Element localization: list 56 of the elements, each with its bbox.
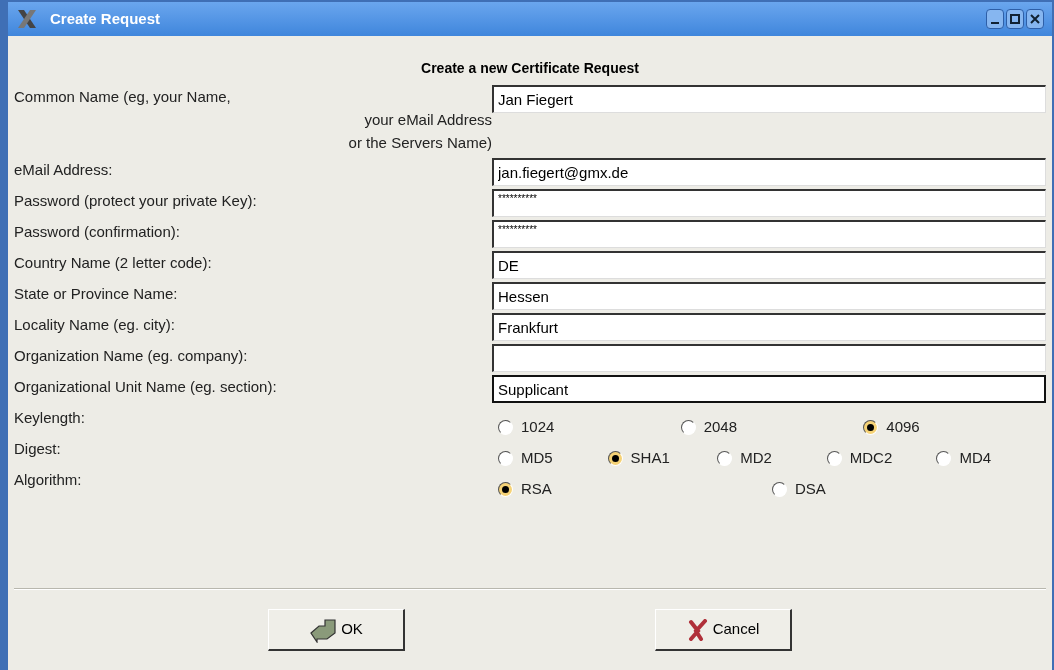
radio-label: 1024 — [521, 417, 555, 437]
radio-button[interactable] — [498, 419, 513, 435]
radio-button[interactable] — [498, 450, 513, 466]
text-field[interactable]: ********** — [492, 220, 1046, 248]
cancel-button[interactable]: Cancel — [655, 609, 792, 651]
close-icon — [1030, 14, 1040, 24]
radio-label: MD5 — [521, 448, 553, 468]
close-button[interactable] — [1026, 9, 1044, 29]
text-field[interactable]: Supplicant — [492, 375, 1046, 403]
radio-label: MDC2 — [849, 448, 893, 468]
field-label: Organizational Unit Name (eg. section): — [14, 377, 277, 397]
text-field[interactable]: jan.fiegert@gmx.de — [492, 158, 1046, 186]
radio-label: 2048 — [703, 417, 738, 437]
radio-button[interactable] — [680, 419, 696, 435]
window-title: Create Request — [50, 8, 161, 29]
option-label: Keylength: — [14, 408, 86, 428]
text-field[interactable]: Frankfurt — [492, 313, 1046, 341]
field-label: State or Province Name: — [14, 284, 178, 304]
field-label: Password (confirmation): — [14, 222, 180, 242]
option-label: Digest: — [14, 439, 62, 459]
minimize-button[interactable] — [986, 9, 1004, 29]
text-field[interactable] — [492, 344, 1046, 372]
radio-button[interactable] — [936, 450, 952, 466]
text-field[interactable]: Hessen — [492, 282, 1046, 310]
x-logo-icon — [16, 8, 38, 30]
radio-label: DSA — [795, 479, 826, 499]
field-label: or the Servers Name) — [348, 133, 492, 153]
field-label: eMail Address: — [14, 160, 113, 180]
dialog-heading: Create a new Certificate Request — [420, 59, 640, 78]
pointing-hand-icon — [309, 616, 338, 643]
field-label: Country Name (2 letter code): — [14, 253, 212, 273]
radio-button[interactable] — [717, 450, 733, 466]
maximize-icon — [1010, 14, 1020, 24]
radio-button[interactable] — [607, 450, 623, 466]
maximize-button[interactable] — [1006, 9, 1024, 29]
text-field[interactable]: Jan Fiegert — [492, 85, 1046, 113]
cross-icon — [686, 618, 709, 641]
radio-button[interactable] — [863, 419, 879, 435]
text-field[interactable]: ********** — [492, 189, 1046, 217]
minimize-icon — [991, 22, 999, 24]
ok-button[interactable]: OK — [268, 609, 405, 651]
radio-label: MD2 — [740, 448, 772, 468]
text-field[interactable]: DE — [492, 251, 1046, 279]
radio-button[interactable] — [498, 481, 513, 497]
radio-label: SHA1 — [630, 448, 670, 468]
field-label: Common Name (eg, your Name, — [14, 87, 231, 107]
radio-label: 4096 — [886, 417, 920, 437]
field-label: Organization Name (eg. company): — [14, 346, 248, 366]
field-label: Locality Name (eg. city): — [14, 315, 175, 335]
radio-button[interactable] — [772, 481, 787, 497]
field-label: your eMail Address — [364, 110, 492, 130]
option-label: Algorithm: — [14, 470, 83, 490]
radio-label: RSA — [521, 479, 552, 499]
radio-button[interactable] — [826, 450, 842, 466]
radio-label: MD4 — [959, 448, 992, 468]
field-label: Password (protect your private Key): — [14, 191, 257, 211]
